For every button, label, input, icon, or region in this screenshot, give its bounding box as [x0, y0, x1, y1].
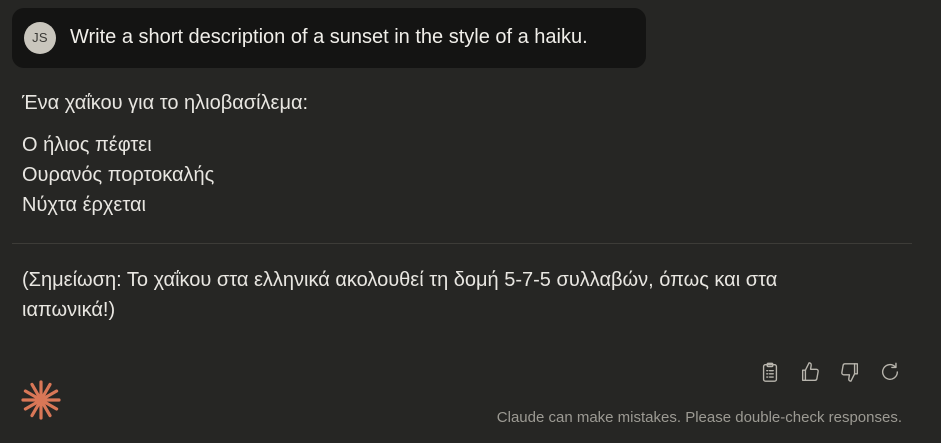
- thumbs-down-button[interactable]: [836, 358, 864, 386]
- copy-button[interactable]: [756, 358, 784, 386]
- message-actions: [756, 358, 904, 386]
- divider: [12, 243, 912, 244]
- claude-logo-icon: [21, 380, 61, 420]
- thumbs-down-icon: [841, 363, 859, 382]
- user-message-text: Write a short description of a sunset in…: [70, 26, 588, 48]
- haiku-line-3: Νύχτα έρχεται: [22, 194, 146, 216]
- user-message: JS Write a short description of a sunset…: [12, 8, 646, 68]
- response-intro: Ένα χαΐκου για το ηλιοβασίλεμα:: [22, 92, 309, 114]
- disclaimer-text: Claude can make mistakes. Please double-…: [496, 409, 902, 426]
- avatar[interactable]: JS: [24, 22, 56, 54]
- clipboard-icon: [762, 362, 778, 382]
- retry-icon: [882, 362, 899, 380]
- thumbs-up-icon: [801, 362, 819, 381]
- retry-button[interactable]: [876, 358, 904, 386]
- haiku-line-1: Ο ήλιος πέφτει: [22, 134, 152, 156]
- thumbs-up-button[interactable]: [796, 358, 824, 386]
- response-note: (Σημείωση: Το χαΐκου στα ελληνικά ακολου…: [22, 269, 778, 321]
- haiku-line-2: Ουρανός πορτοκαλής: [22, 164, 215, 186]
- chat-view: JS Write a short description of a sunset…: [0, 0, 941, 443]
